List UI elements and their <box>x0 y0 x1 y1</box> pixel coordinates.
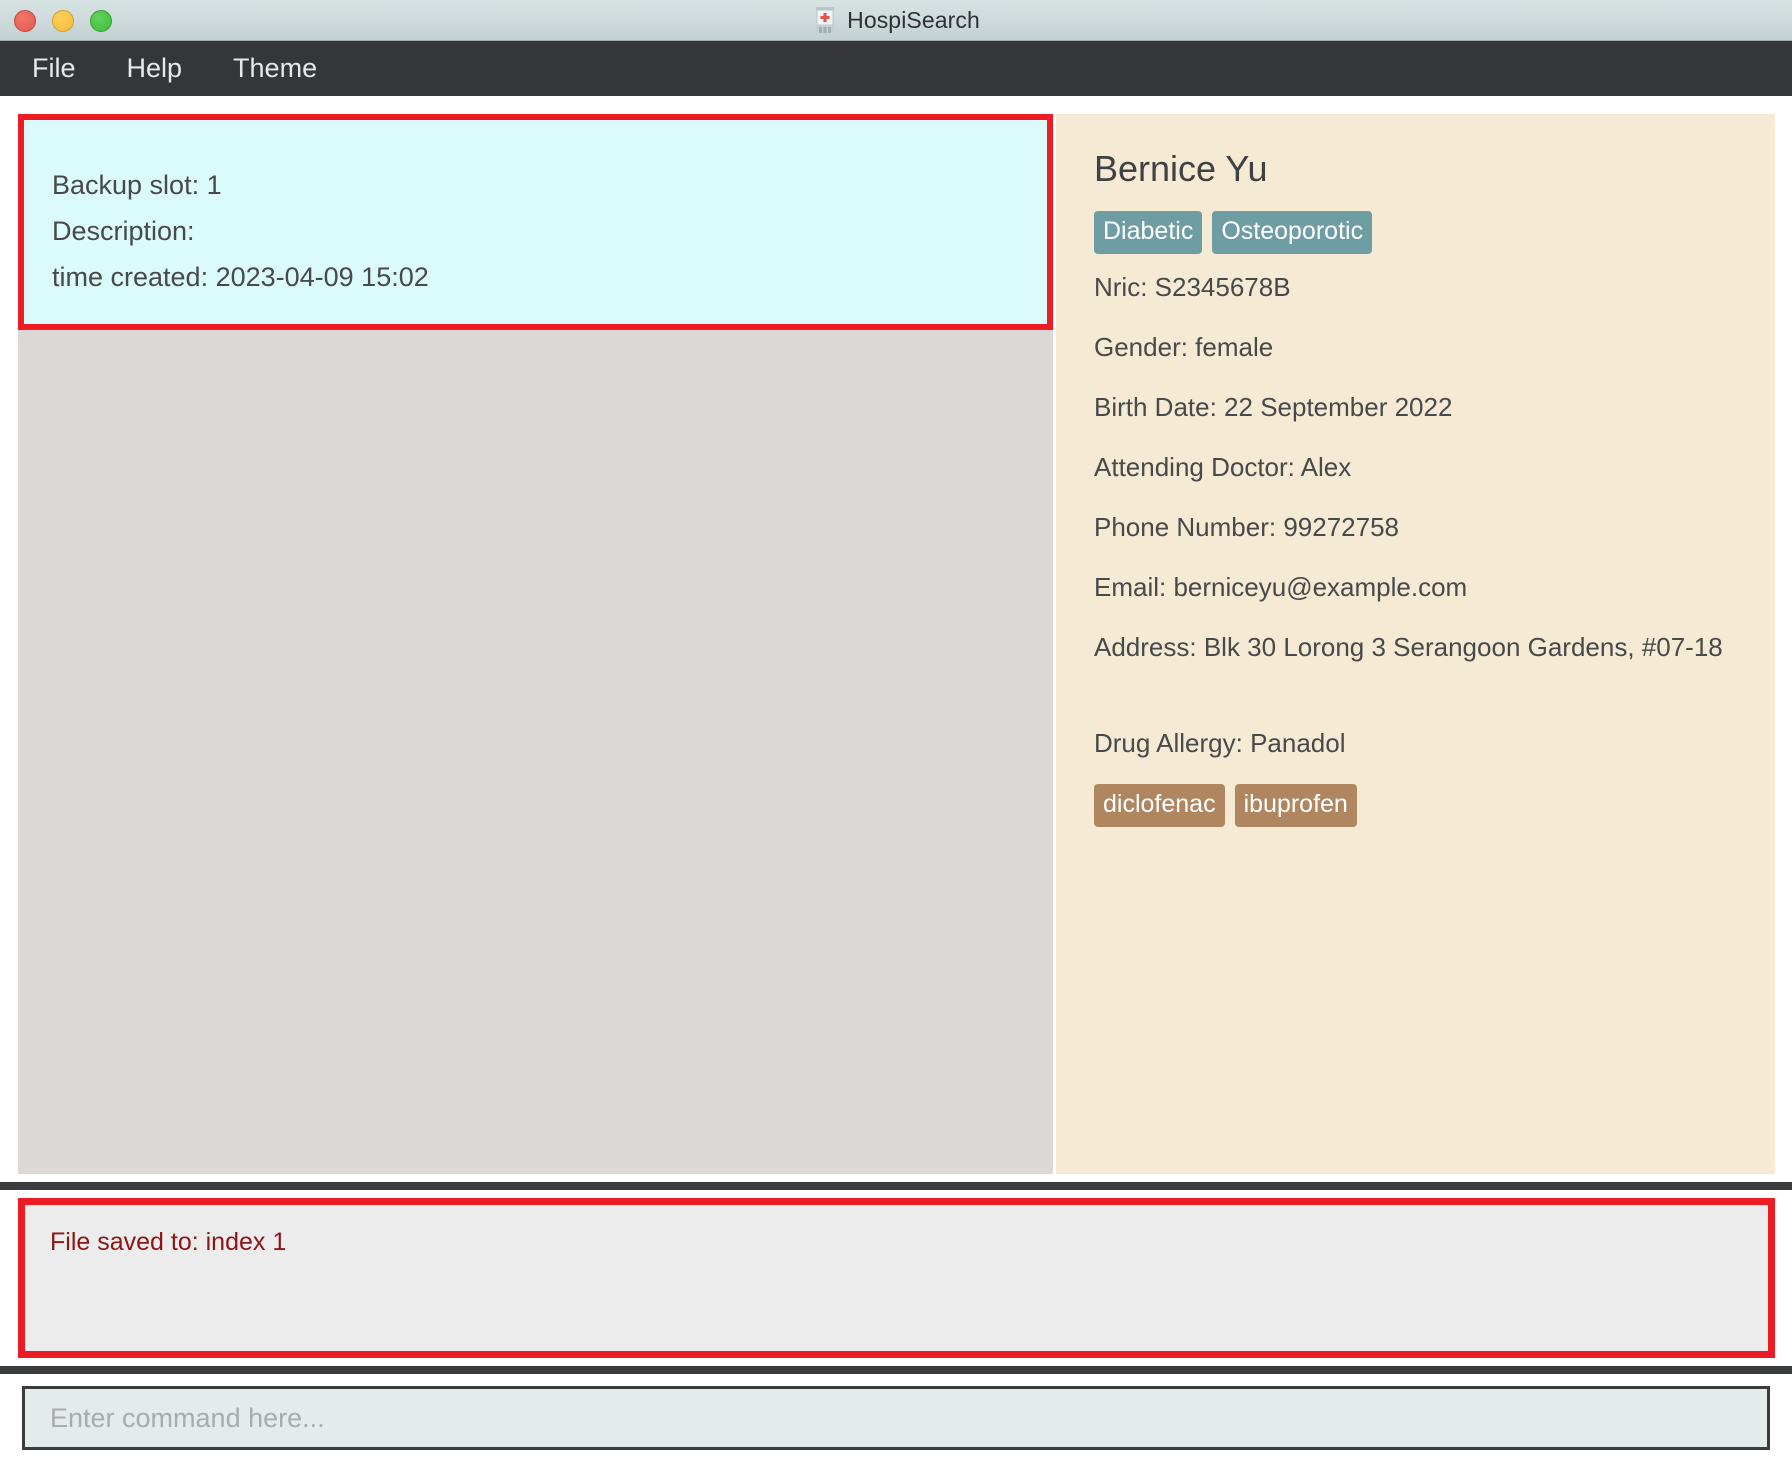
patient-detail-card: Bernice Yu Diabetic Osteoporotic Nric: S… <box>1056 114 1775 1174</box>
patient-nric: Nric: S2345678B <box>1094 271 1291 302</box>
patient-birth-date: Birth Date: 22 September 2022 <box>1094 391 1453 422</box>
patient-name: Bernice Yu <box>1094 148 1268 189</box>
result-display-box[interactable]: File saved to: index 1 <box>18 1198 1775 1358</box>
divider-above-command <box>0 1366 1792 1374</box>
window-title: HospiSearch <box>847 6 980 33</box>
backup-info-card[interactable]: Backup slot: 1 Description: time created… <box>18 114 1053 330</box>
patient-attending-doctor: Attending Doctor: Alex <box>1094 451 1352 482</box>
patient-condition-tag-list: Diabetic Osteoporotic <box>1094 210 1745 254</box>
backup-description-line: Description: <box>52 216 195 246</box>
menu-item-theme[interactable]: Theme <box>233 55 317 82</box>
backup-list-empty-area <box>18 330 1053 1174</box>
condition-tag-osteoporotic[interactable]: Osteoporotic <box>1212 210 1373 254</box>
hospital-icon <box>816 7 835 33</box>
patient-address: Address: Blk 30 Lorong 3 Serangoon Garde… <box>1094 631 1723 662</box>
allergy-tag-ibuprofen[interactable]: ibuprofen <box>1234 783 1357 827</box>
command-input[interactable] <box>22 1386 1770 1450</box>
patient-allergy-tag-list: diclofenac ibuprofen <box>1094 783 1745 827</box>
patient-gender: Gender: female <box>1094 331 1274 362</box>
window-controls <box>14 0 112 41</box>
menu-item-help[interactable]: Help <box>127 55 183 82</box>
result-message: File saved to: index 1 <box>50 1228 287 1256</box>
close-button[interactable] <box>14 9 36 32</box>
patient-drug-allergy: Drug Allergy: Panadol <box>1094 727 1346 758</box>
maximize-button[interactable] <box>90 9 112 32</box>
menu-item-file[interactable]: File <box>32 55 76 82</box>
patient-email: Email: berniceyu@example.com <box>1094 571 1468 602</box>
left-column: Backup slot: 1 Description: time created… <box>18 114 1053 1174</box>
patient-phone-number: Phone Number: 99272758 <box>1094 511 1400 542</box>
main-content-area: Backup slot: 1 Description: time created… <box>0 96 1792 1182</box>
command-bar <box>0 1374 1792 1462</box>
divider-above-result <box>0 1182 1792 1190</box>
minimize-button[interactable] <box>52 9 74 32</box>
menu-bar: File Help Theme <box>0 41 1792 96</box>
condition-tag-diabetic[interactable]: Diabetic <box>1094 210 1203 254</box>
backup-slot-line: Backup slot: 1 <box>52 170 222 200</box>
allergy-tag-diclofenac[interactable]: diclofenac <box>1094 783 1225 827</box>
backup-time-created-line: time created: 2023-04-09 15:02 <box>52 262 429 292</box>
result-panel: File saved to: index 1 <box>0 1190 1792 1366</box>
window-title-group: HospiSearch <box>812 6 980 34</box>
window-titlebar: HospiSearch <box>0 0 1792 41</box>
